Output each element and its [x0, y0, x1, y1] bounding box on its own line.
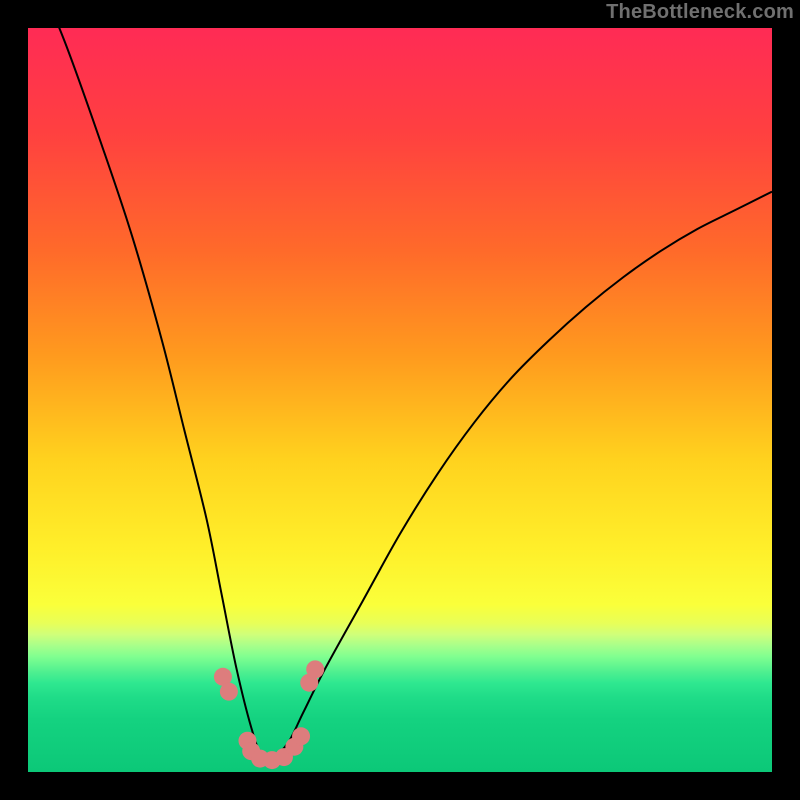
chart-frame	[28, 28, 772, 772]
watermark-text: TheBottleneck.com	[606, 1, 794, 24]
chart-background-gradient	[28, 28, 772, 772]
